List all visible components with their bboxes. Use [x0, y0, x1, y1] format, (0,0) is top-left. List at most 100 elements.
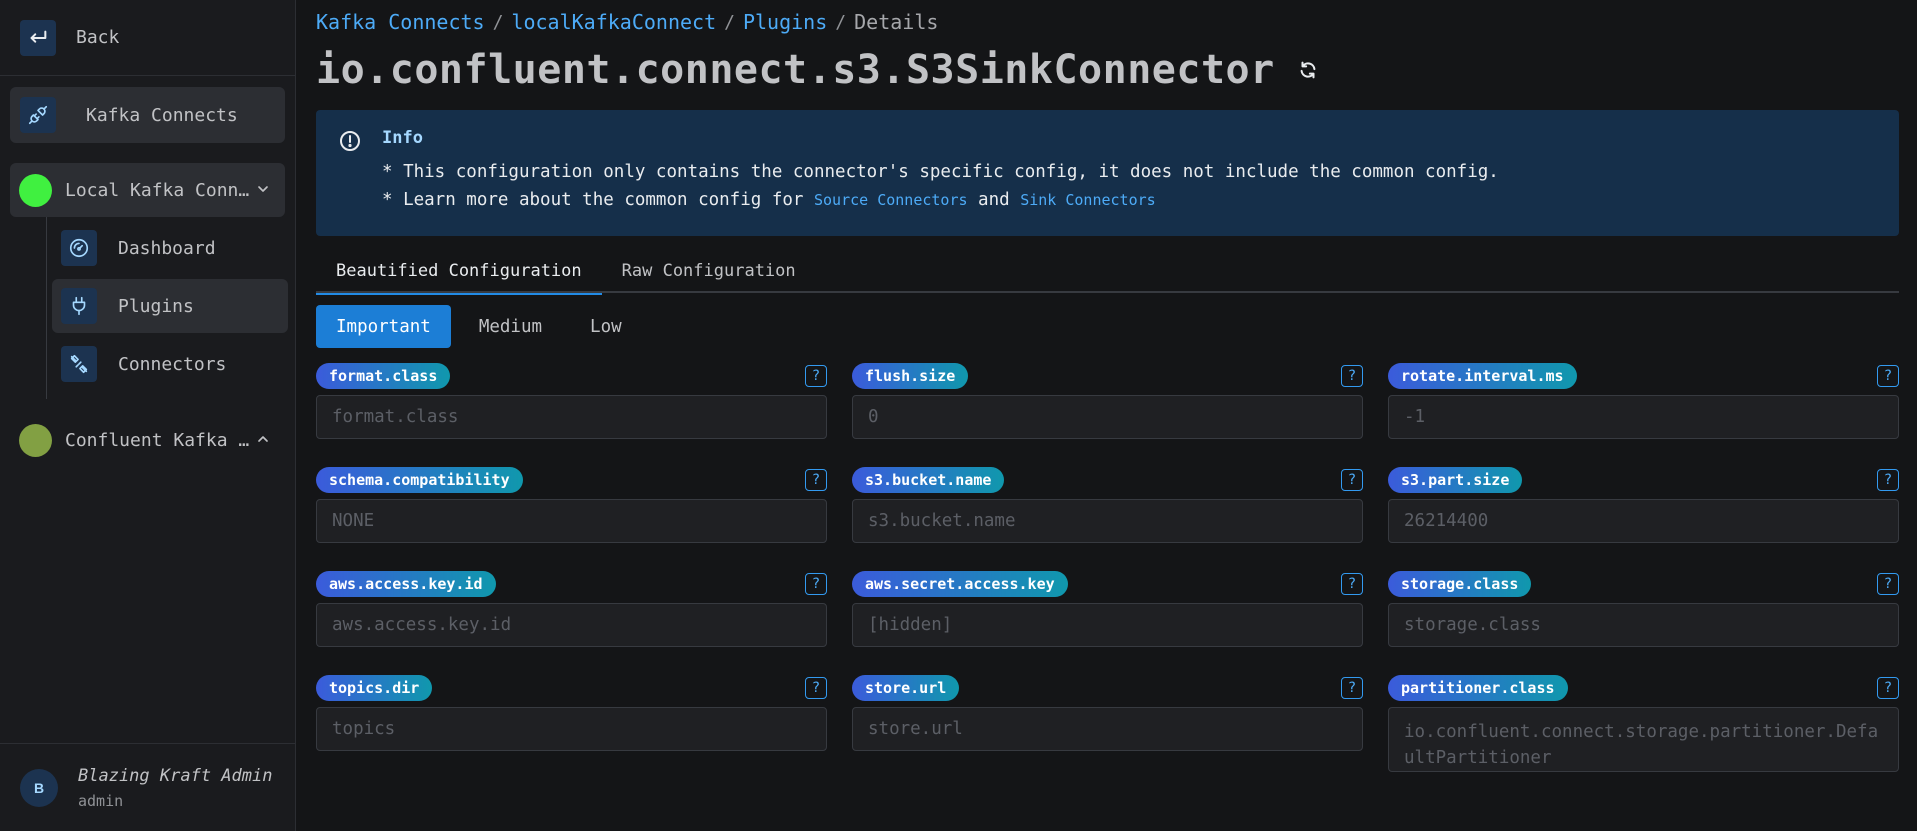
field-input[interactable]: -1 — [1388, 395, 1899, 439]
breadcrumb-local-kafka-connect[interactable]: localKafkaConnect — [511, 10, 716, 34]
plug-connected-icon — [61, 346, 97, 382]
breadcrumb-separator: / — [724, 11, 735, 33]
help-icon[interactable]: ? — [1877, 469, 1899, 491]
breadcrumb-kafka-connects[interactable]: Kafka Connects — [316, 10, 485, 34]
config-field: format.class? format.class — [316, 363, 827, 449]
plug-connected-icon — [20, 97, 56, 133]
cluster-confluent-kafka-connect[interactable]: Confluent Kafka Connect — [10, 413, 285, 467]
info-line-2-text: * Learn more about the common config for — [382, 190, 814, 210]
field-input[interactable]: NONE — [316, 499, 827, 543]
back-arrow-icon — [20, 19, 56, 56]
alert-circle-icon — [338, 129, 362, 157]
help-icon[interactable]: ? — [1877, 365, 1899, 387]
cluster-label: Local Kafka Connect — [65, 179, 255, 201]
field-name-badge: aws.secret.access.key — [852, 571, 1068, 597]
breadcrumb-separator: / — [492, 11, 504, 33]
field-name-badge: store.url — [852, 675, 960, 701]
field-input[interactable]: s3.bucket.name — [852, 499, 1363, 543]
chevron-down-icon[interactable] — [255, 181, 271, 201]
config-field: schema.compatibility? NONE — [316, 467, 827, 553]
tab-beautified-configuration[interactable]: Beautified Configuration — [316, 248, 602, 295]
priority-low-button[interactable]: Low — [570, 305, 642, 348]
breadcrumb-current: Details — [854, 10, 939, 34]
field-name-badge: partitioner.class — [1388, 675, 1568, 701]
sidebar-item-plugins[interactable]: Plugins — [52, 279, 288, 333]
main-content: Kafka Connects / localKafkaConnect / Plu… — [296, 0, 1917, 831]
config-field: storage.class? storage.class — [1388, 571, 1899, 657]
config-field: s3.part.size? 26214400 — [1388, 467, 1899, 553]
config-fields-grid: format.class? format.class flush.size? 0… — [316, 363, 1899, 779]
help-icon[interactable]: ? — [1877, 573, 1899, 595]
config-field: s3.bucket.name? s3.bucket.name — [852, 467, 1363, 553]
field-input[interactable]: 26214400 — [1388, 499, 1899, 543]
field-input[interactable]: 0 — [852, 395, 1363, 439]
sink-connectors-link[interactable]: Sink Connectors — [1020, 191, 1155, 209]
field-input[interactable]: format.class — [316, 395, 827, 439]
field-name-badge: schema.compatibility — [316, 467, 523, 493]
help-icon[interactable]: ? — [1341, 573, 1363, 595]
config-field: partitioner.class? io.confluent.connect.… — [1388, 675, 1899, 779]
help-icon[interactable]: ? — [805, 677, 827, 699]
priority-medium-button[interactable]: Medium — [459, 305, 562, 348]
field-input[interactable]: topics — [316, 707, 827, 751]
breadcrumb-separator: / — [835, 11, 847, 33]
info-line-1: * This configuration only contains the c… — [382, 162, 1499, 182]
help-icon[interactable]: ? — [805, 573, 827, 595]
config-field: topics.dir? topics — [316, 675, 827, 761]
field-input[interactable]: aws.access.key.id — [316, 603, 827, 647]
priority-important-button[interactable]: Important — [316, 305, 451, 348]
field-name-badge: aws.access.key.id — [316, 571, 496, 597]
sidebar-item-label: Kafka Connects — [86, 104, 238, 126]
sidebar-item-connectors[interactable]: Connectors — [52, 337, 288, 391]
field-name-badge: s3.bucket.name — [852, 467, 1005, 493]
field-input[interactable]: [hidden] — [852, 603, 1363, 647]
cluster-label: Confluent Kafka Connect — [65, 429, 255, 451]
help-icon[interactable]: ? — [805, 365, 827, 387]
gauge-icon — [61, 230, 97, 266]
page-title: io.confluent.connect.s3.S3SinkConnector — [316, 47, 1275, 93]
avatar: B — [20, 768, 58, 807]
sidebar-item-label: Plugins — [118, 295, 194, 317]
back-button[interactable]: Back — [0, 0, 295, 76]
help-icon[interactable]: ? — [1341, 677, 1363, 699]
info-title: Info — [382, 128, 423, 148]
source-connectors-link[interactable]: Source Connectors — [814, 191, 968, 209]
field-input[interactable]: store.url — [852, 707, 1363, 751]
back-label: Back — [76, 27, 120, 48]
user-menu[interactable]: B Blazing Kraft Admin admin — [0, 743, 295, 831]
sidebar-item-label: Dashboard — [118, 237, 216, 259]
cluster-status-dot — [19, 423, 52, 457]
tab-raw-configuration[interactable]: Raw Configuration — [602, 248, 816, 293]
field-name-badge: format.class — [316, 363, 451, 389]
field-name-badge: flush.size — [852, 363, 969, 389]
breadcrumb-plugins[interactable]: Plugins — [743, 10, 827, 34]
sidebar-item-dashboard[interactable]: Dashboard — [52, 221, 288, 275]
sidebar-item-label: Connectors — [118, 353, 227, 375]
field-input[interactable]: storage.class — [1388, 603, 1899, 647]
config-field: flush.size? 0 — [852, 363, 1363, 449]
cluster-local-kafka-connect[interactable]: Local Kafka Connect — [10, 163, 285, 217]
config-field: store.url? store.url — [852, 675, 1363, 761]
cluster-status-dot — [19, 173, 52, 207]
refresh-icon[interactable] — [1297, 59, 1319, 85]
chevron-up-icon[interactable] — [255, 431, 271, 451]
field-textarea[interactable]: io.confluent.connect.storage.partitioner… — [1388, 707, 1899, 772]
field-name-badge: s3.part.size — [1388, 467, 1523, 493]
user-role: admin — [78, 791, 124, 810]
help-icon[interactable]: ? — [1341, 365, 1363, 387]
help-icon[interactable]: ? — [1341, 469, 1363, 491]
config-field: aws.secret.access.key? [hidden] — [852, 571, 1363, 657]
help-icon[interactable]: ? — [805, 469, 827, 491]
field-name-badge: topics.dir — [316, 675, 433, 701]
priority-selector: Important Medium Low — [316, 305, 1899, 348]
plug-icon — [61, 288, 97, 324]
field-name-badge: storage.class — [1388, 571, 1532, 597]
breadcrumb: Kafka Connects / localKafkaConnect / Plu… — [316, 10, 1899, 34]
field-name-badge: rotate.interval.ms — [1388, 363, 1577, 389]
sidebar: Back Kafka Connects Local Kafka Connect … — [0, 0, 296, 831]
help-icon[interactable]: ? — [1877, 677, 1899, 699]
info-line-2: * Learn more about the common config for… — [382, 190, 1899, 210]
config-field: rotate.interval.ms? -1 — [1388, 363, 1899, 449]
sidebar-item-kafka-connects[interactable]: Kafka Connects — [10, 87, 285, 143]
config-field: aws.access.key.id? aws.access.key.id — [316, 571, 827, 657]
